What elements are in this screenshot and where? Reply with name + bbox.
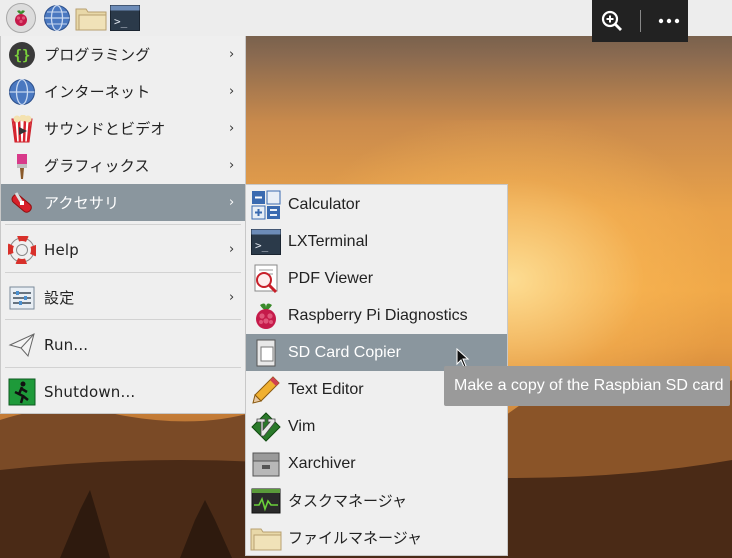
svg-text:>_: >_ <box>114 15 128 28</box>
task-manager-icon <box>250 485 282 517</box>
submenu-arrow-icon: › <box>229 121 235 136</box>
shutdown-exit-icon <box>6 376 38 408</box>
submenu-arrow-icon: › <box>229 242 235 257</box>
menu-item-accessories[interactable]: アクセサリ › <box>1 184 245 221</box>
menu-item-graphics[interactable]: グラフィックス › <box>1 147 245 184</box>
submenu-item-label: Raspberry Pi Diagnostics <box>288 306 468 324</box>
menu-item-run[interactable]: Run... <box>1 326 245 363</box>
menu-item-internet[interactable]: インターネット › <box>1 73 245 110</box>
programming-icon: {} <box>6 39 38 71</box>
menu-item-programming[interactable]: {} プログラミング › <box>1 36 245 73</box>
menu-item-settings[interactable]: 設定 › <box>1 279 245 316</box>
submenu-item-calculator[interactable]: Calculator <box>246 186 507 223</box>
archive-icon <box>250 448 282 480</box>
terminal-icon: >_ <box>250 226 282 258</box>
submenu-item-xarchiver[interactable]: Xarchiver <box>246 445 507 482</box>
calculator-icon <box>250 189 282 221</box>
web-browser-launcher[interactable] <box>40 1 74 35</box>
submenu-item-label: Calculator <box>288 195 361 213</box>
applications-menu-button[interactable] <box>2 1 40 35</box>
submenu-arrow-icon: › <box>229 47 235 62</box>
submenu-item-label: Vim <box>288 417 316 435</box>
sound-video-icon <box>6 113 38 145</box>
menu-divider <box>5 319 241 320</box>
submenu-item-label: PDF Viewer <box>288 269 374 287</box>
taskbar-right-tools <box>592 0 688 42</box>
file-manager-icon <box>75 8 107 31</box>
mouse-pointer-icon <box>456 348 470 368</box>
submenu-item-task-manager[interactable]: タスクマネージャ <box>246 482 507 519</box>
web-browser-icon <box>44 4 70 32</box>
menu-divider <box>5 224 241 225</box>
file-manager-launcher[interactable] <box>74 1 108 35</box>
svg-text:{}: {} <box>14 48 31 64</box>
submenu-item-label: LXTerminal <box>288 232 369 250</box>
raspberry-menu-icon <box>6 3 36 33</box>
applications-menu: {} プログラミング › インターネット › サウンドとビデオ › グラフィック… <box>0 36 246 414</box>
menu-item-label: Run... <box>44 335 89 354</box>
submenu-item-label: SD Card Copier <box>288 343 401 361</box>
submenu-item-label: タスクマネージャ <box>288 492 407 510</box>
submenu-item-label: Text Editor <box>288 380 364 398</box>
menu-item-label: サウンドとビデオ <box>44 120 166 138</box>
accessories-knife-icon <box>6 187 38 219</box>
pencil-icon <box>250 374 282 406</box>
submenu-item-lxterminal[interactable]: >_ LXTerminal <box>246 223 507 260</box>
submenu-arrow-icon: › <box>229 195 235 210</box>
submenu-item-raspberry-pi-diagnostics[interactable]: Raspberry Pi Diagnostics <box>246 297 507 334</box>
help-lifebuoy-icon <box>6 234 38 266</box>
submenu-item-label: Xarchiver <box>288 454 356 472</box>
menu-item-label: インターネット <box>44 83 151 101</box>
submenu-item-vim[interactable]: Vim <box>246 408 507 445</box>
terminal-icon: >_ <box>110 5 140 31</box>
pdf-viewer-icon <box>250 263 282 295</box>
tooltip-text: Make a copy of the Raspbian SD card <box>454 377 724 394</box>
submenu-arrow-icon: › <box>229 84 235 99</box>
menu-item-label: 設定 <box>44 289 75 307</box>
menu-item-sound-video[interactable]: サウンドとビデオ › <box>1 110 245 147</box>
terminal-launcher[interactable]: >_ <box>108 1 142 35</box>
folder-icon <box>250 522 282 554</box>
zoom-in-icon[interactable] <box>601 10 623 32</box>
settings-sliders-icon <box>6 282 38 314</box>
submenu-item-label: ファイルマネージャ <box>288 529 422 547</box>
raspberry-icon <box>250 300 282 332</box>
menu-item-label: プログラミング <box>44 46 151 64</box>
tooltip: Make a copy of the Raspbian SD card <box>444 366 730 406</box>
tools-divider <box>639 10 641 32</box>
menu-item-label: Help <box>44 240 79 259</box>
submenu-item-file-manager[interactable]: ファイルマネージャ <box>246 519 507 556</box>
menu-divider <box>5 367 241 368</box>
menu-item-label: Shutdown... <box>44 382 136 401</box>
svg-text:>_: >_ <box>255 239 269 252</box>
internet-globe-icon <box>6 76 38 108</box>
menu-divider <box>5 272 241 273</box>
submenu-item-pdf-viewer[interactable]: PDF Viewer <box>246 260 507 297</box>
run-paper-plane-icon <box>6 329 38 361</box>
submenu-arrow-icon: › <box>229 158 235 173</box>
submenu-arrow-icon: › <box>229 290 235 305</box>
menu-item-label: グラフィックス <box>44 157 150 175</box>
menu-item-shutdown[interactable]: Shutdown... <box>1 373 245 410</box>
vim-icon <box>250 411 282 443</box>
more-options-icon[interactable] <box>658 18 680 24</box>
sd-card-icon <box>250 337 282 369</box>
graphics-brush-icon <box>6 150 38 182</box>
menu-item-label: アクセサリ <box>44 194 120 212</box>
menu-item-help[interactable]: Help › <box>1 231 245 268</box>
